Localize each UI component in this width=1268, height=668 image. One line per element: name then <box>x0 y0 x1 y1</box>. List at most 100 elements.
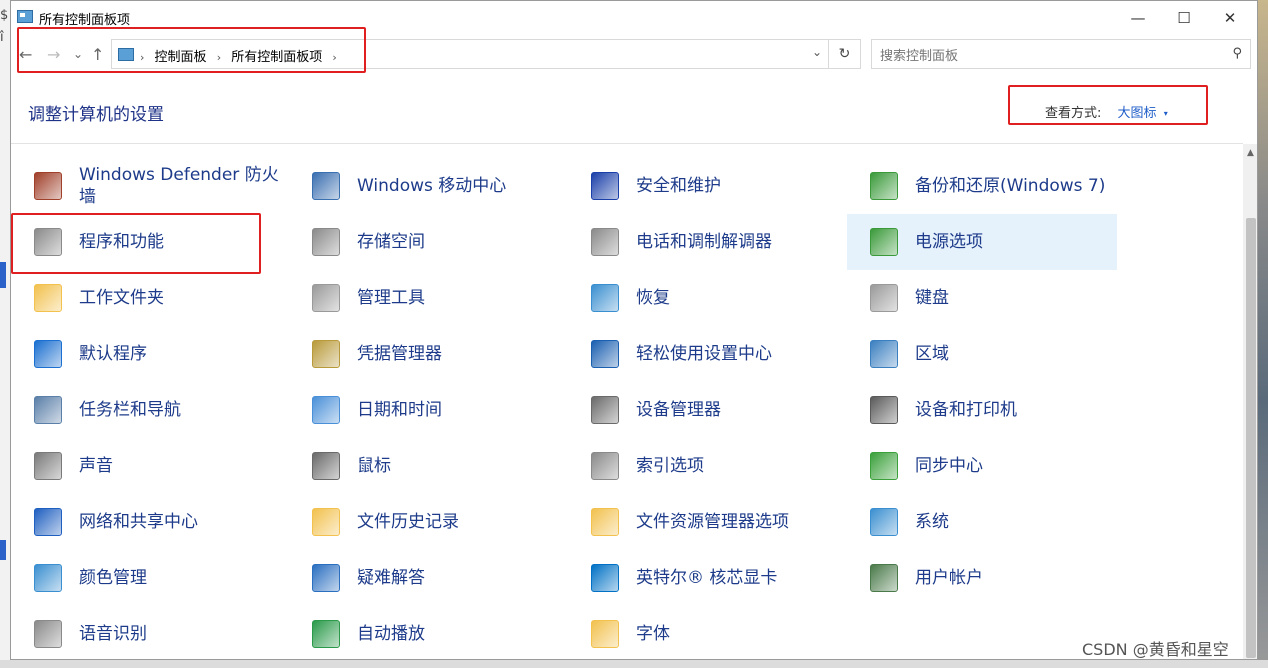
control-panel-item-label: Windows 移动中心 <box>357 176 507 196</box>
control-panel-item[interactable]: 电话和调制解调器 <box>568 214 838 270</box>
power-options-icon <box>867 225 901 259</box>
keyboard-icon <box>867 281 901 315</box>
control-panel-item[interactable]: Windows Defender 防火墙 <box>11 158 281 214</box>
control-panel-item-label: 鼠标 <box>357 456 391 476</box>
control-panel-item-label: 电话和调制解调器 <box>636 232 772 252</box>
control-panel-item-label: 疑难解答 <box>357 568 425 588</box>
mouse-icon <box>309 449 343 483</box>
close-button[interactable]: ✕ <box>1207 1 1253 35</box>
control-panel-item[interactable]: 恢复 <box>568 270 838 326</box>
color-management-icon <box>31 561 65 595</box>
devices-printers-icon <box>867 393 901 427</box>
control-panel-item[interactable]: 备份和还原(Windows 7) <box>847 158 1117 214</box>
control-panel-item-label: 颜色管理 <box>79 568 147 588</box>
control-panel-item-label: 工作文件夹 <box>79 288 164 308</box>
control-panel-item[interactable]: 网络和共享中心 <box>11 494 281 550</box>
storage-spaces-icon <box>309 225 343 259</box>
control-panel-item-label: 同步中心 <box>915 456 983 476</box>
user-accounts-icon <box>867 561 901 595</box>
control-panel-item[interactable]: 英特尔® 核芯显卡 <box>568 550 838 606</box>
sync-center-icon <box>867 449 901 483</box>
control-panel-item[interactable]: 设备和打印机 <box>847 382 1117 438</box>
control-panel-item[interactable]: 索引选项 <box>568 438 838 494</box>
control-panel-item-label: 文件历史记录 <box>357 512 459 532</box>
control-panel-item-label: 电源选项 <box>915 232 983 252</box>
sound-icon <box>31 449 65 483</box>
scroll-up-arrow-icon[interactable]: ▲ <box>1247 148 1254 158</box>
control-panel-item[interactable]: 用户帐户 <box>847 550 1117 606</box>
indexing-options-icon <box>588 449 622 483</box>
control-panel-item-label: 字体 <box>636 624 670 644</box>
control-panel-item-label: 设备管理器 <box>636 400 721 420</box>
control-panel-item[interactable]: 键盘 <box>847 270 1117 326</box>
control-panel-item[interactable]: 设备管理器 <box>568 382 838 438</box>
control-panel-item-label: 声音 <box>79 456 113 476</box>
region-icon <box>867 337 901 371</box>
taskbar-icon <box>31 393 65 427</box>
annotation-box-view-by <box>1008 85 1208 125</box>
watermark: CSDN @黄昏和星空 <box>1082 640 1229 659</box>
window-title: 所有控制面板项 <box>39 13 131 28</box>
control-panel-item-label: 区域 <box>915 344 949 364</box>
search-input[interactable] <box>878 44 1212 66</box>
intel-graphics-icon <box>588 561 622 595</box>
control-panel-item[interactable]: 任务栏和导航 <box>11 382 281 438</box>
control-panel-item[interactable]: 字体 <box>568 606 838 659</box>
control-panel-item-label: 默认程序 <box>79 344 147 364</box>
scrollbar-thumb[interactable] <box>1246 218 1256 658</box>
control-panel-item[interactable]: 声音 <box>11 438 281 494</box>
control-panel-item-label: 恢复 <box>636 288 670 308</box>
control-panel-item-label: 管理工具 <box>357 288 425 308</box>
vertical-scrollbar[interactable]: ▲ <box>1243 144 1257 659</box>
control-panel-item-label: 自动播放 <box>357 624 425 644</box>
control-panel-item-label: 安全和维护 <box>636 176 721 196</box>
autoplay-icon <box>309 617 343 651</box>
control-panel-item-label: 存储空间 <box>357 232 425 252</box>
control-panel-item[interactable]: 语音识别 <box>11 606 281 659</box>
desktop-background-strip <box>1258 0 1268 668</box>
control-panel-item[interactable]: Windows 移动中心 <box>289 158 559 214</box>
control-panel-item[interactable]: 默认程序 <box>11 326 281 382</box>
control-panel-item[interactable]: 电源选项 <box>847 214 1117 270</box>
backup-restore-icon <box>867 169 901 203</box>
control-panel-item-label: 设备和打印机 <box>915 400 1017 420</box>
annotation-box-address <box>17 27 366 73</box>
default-programs-icon <box>31 337 65 371</box>
control-panel-item[interactable]: 轻松使用设置中心 <box>568 326 838 382</box>
speech-recognition-icon <box>31 617 65 651</box>
control-panel-item[interactable]: 凭据管理器 <box>289 326 559 382</box>
control-panel-item[interactable]: 鼠标 <box>289 438 559 494</box>
control-panel-item[interactable]: 疑难解答 <box>289 550 559 606</box>
device-manager-icon <box>588 393 622 427</box>
control-panel-item-label: 日期和时间 <box>357 400 442 420</box>
control-panel-item[interactable]: 系统 <box>847 494 1117 550</box>
taskbar-strip <box>0 660 1268 668</box>
control-panel-item-label: 系统 <box>915 512 949 532</box>
phone-modem-icon <box>588 225 622 259</box>
control-panel-item[interactable]: 管理工具 <box>289 270 559 326</box>
control-panel-item-label: 键盘 <box>915 288 949 308</box>
control-panel-item[interactable]: 同步中心 <box>847 438 1117 494</box>
control-panel-item[interactable]: 日期和时间 <box>289 382 559 438</box>
control-panel-item[interactable]: 安全和维护 <box>568 158 838 214</box>
date-time-icon <box>309 393 343 427</box>
file-history-icon <box>309 505 343 539</box>
control-panel-item[interactable]: 文件历史记录 <box>289 494 559 550</box>
control-panel-item[interactable]: 颜色管理 <box>11 550 281 606</box>
minimize-button[interactable]: — <box>1115 1 1161 35</box>
search-icon[interactable]: ⚲ <box>1232 46 1242 61</box>
search-box[interactable]: ⚲ <box>871 39 1251 69</box>
control-panel-item[interactable]: 区域 <box>847 326 1117 382</box>
control-panel-item-label: 任务栏和导航 <box>79 400 181 420</box>
maximize-button[interactable]: ☐ <box>1161 1 1207 35</box>
control-panel-item-label: 轻松使用设置中心 <box>636 344 772 364</box>
firewall-icon <box>31 169 65 203</box>
refresh-button[interactable]: ↻ <box>829 39 861 69</box>
control-panel-item-label: 凭据管理器 <box>357 344 442 364</box>
control-panel-item[interactable]: 存储空间 <box>289 214 559 270</box>
control-panel-item[interactable]: 工作文件夹 <box>11 270 281 326</box>
ease-of-access-icon <box>588 337 622 371</box>
control-panel-item[interactable]: 自动播放 <box>289 606 559 659</box>
control-panel-item[interactable]: 文件资源管理器选项 <box>568 494 838 550</box>
address-dropdown-chevron-icon[interactable]: ⌄ <box>812 45 822 59</box>
